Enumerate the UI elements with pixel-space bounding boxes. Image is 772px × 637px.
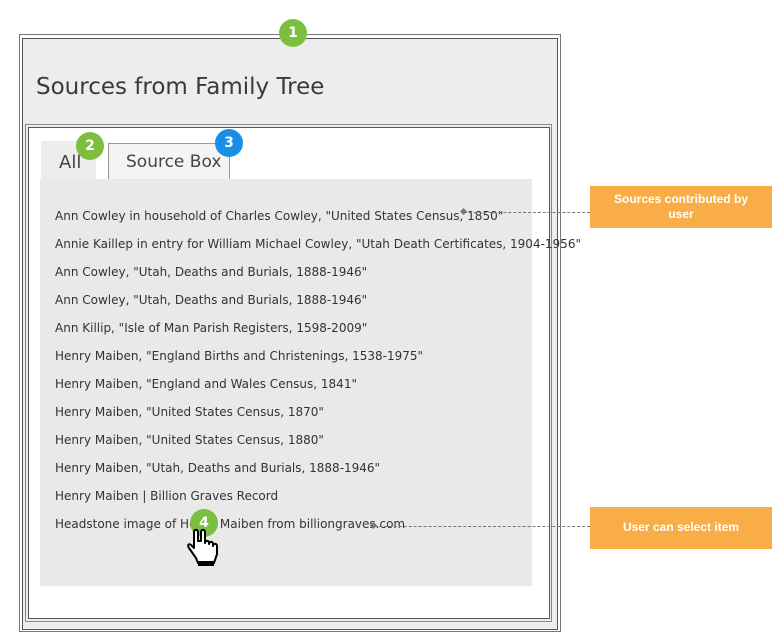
callout-user-select: User can select item [590, 507, 772, 549]
source-item[interactable]: Annie Kaillep in entry for William Micha… [55, 237, 581, 251]
source-item[interactable]: Henry Maiben, "Utah, Deaths and Burials,… [55, 461, 380, 475]
source-item[interactable]: Ann Cowley, "Utah, Deaths and Burials, 1… [55, 293, 367, 307]
callout-sources-contributed: Sources contributed by user [590, 186, 772, 228]
source-item[interactable]: Henry Maiben, "United States Census, 188… [55, 433, 324, 447]
source-item[interactable]: Henry Maiben, "England and Wales Census,… [55, 377, 357, 391]
source-item[interactable]: Ann Cowley in household of Charles Cowle… [55, 209, 503, 223]
badge-3: 3 [215, 129, 243, 157]
connector-line [374, 526, 590, 527]
source-item[interactable]: Henry Maiben | Billion Graves Record [55, 489, 278, 503]
tab-all-label: All [59, 152, 82, 173]
badge-1: 1 [279, 19, 307, 47]
source-item[interactable]: Ann Killip, "Isle of Man Parish Register… [55, 321, 367, 335]
tab-source-box-label: Source Box [126, 152, 222, 172]
page-title: Sources from Family Tree [36, 74, 325, 100]
source-item[interactable]: Henry Maiben, "United States Census, 187… [55, 405, 324, 419]
connector-line [464, 212, 590, 213]
hand-pointer-icon [187, 528, 218, 566]
badge-2: 2 [76, 132, 104, 160]
source-item[interactable]: Ann Cowley, "Utah, Deaths and Burials, 1… [55, 265, 367, 279]
tab-source-box[interactable]: Source Box [108, 143, 230, 179]
source-item[interactable]: Headstone image of Henry Maiben from bil… [55, 517, 405, 531]
source-item[interactable]: Henry Maiben, "England Births and Christ… [55, 349, 423, 363]
